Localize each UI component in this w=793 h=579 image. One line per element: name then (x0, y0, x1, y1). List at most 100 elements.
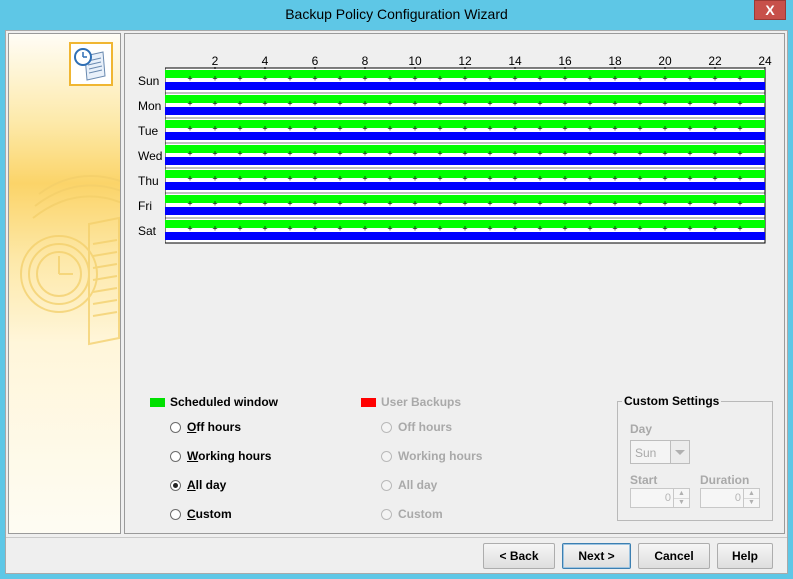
user-working-hours-radio[interactable]: Working hours (381, 448, 482, 464)
hour-tick-mark: + (362, 74, 367, 84)
start-spinner[interactable]: 0 ▲ ▼ (630, 488, 690, 508)
hour-tick-mark: + (337, 174, 342, 184)
hour-tick-mark: + (312, 74, 317, 84)
user-all-day-radio[interactable]: All day (381, 477, 437, 493)
radio-label: Working hours (398, 449, 483, 463)
hour-tick-mark: + (687, 199, 692, 209)
hour-tick-mark: + (262, 174, 267, 184)
hour-tick-mark: + (412, 174, 417, 184)
help-button[interactable]: Help (717, 543, 773, 569)
hour-tick-mark: + (737, 74, 742, 84)
hour-tick-mark: + (512, 99, 517, 109)
start-label: Start (630, 473, 658, 487)
spinner-down-icon[interactable]: ▼ (674, 498, 689, 507)
hour-tick-mark: + (662, 199, 667, 209)
hour-tick-mark: + (387, 74, 392, 84)
clock-watermark-icon (20, 175, 120, 346)
duration-value: 0 (734, 492, 741, 504)
hour-tick-mark: + (462, 224, 467, 234)
hour-label: 4 (262, 56, 269, 68)
scheduled-off-hours-radio[interactable]: Off hours (170, 419, 241, 435)
hour-tick-mark: + (537, 149, 542, 159)
hour-tick-mark: + (487, 99, 492, 109)
hour-tick-mark: + (712, 99, 717, 109)
hour-tick-mark: + (637, 74, 642, 84)
hour-tick-mark: + (187, 224, 192, 234)
radio-circle (381, 450, 392, 462)
hour-tick-mark: + (737, 149, 742, 159)
custom-settings-title: Custom Settings (622, 394, 722, 408)
hour-tick-mark: + (187, 174, 192, 184)
hour-tick-mark: + (287, 149, 292, 159)
hour-tick-mark: + (687, 149, 692, 159)
hour-tick-mark: + (462, 99, 467, 109)
hour-tick-mark: + (387, 124, 392, 134)
chevron-down-icon[interactable] (670, 441, 689, 463)
hour-tick-mark: + (437, 74, 442, 84)
hour-tick-mark: + (712, 74, 717, 84)
hour-tick-mark: + (412, 124, 417, 134)
hour-tick-mark: + (687, 124, 692, 134)
hour-tick-mark: + (337, 74, 342, 84)
next-button[interactable]: Next > (562, 543, 631, 569)
day-label-mon: Mon (138, 99, 162, 113)
scheduled-custom-radio[interactable]: Custom (170, 506, 232, 522)
hour-tick-mark: + (612, 124, 617, 134)
start-value: 0 (664, 492, 671, 504)
hour-label: 24 (758, 56, 772, 68)
close-button[interactable]: X (754, 0, 786, 20)
user-custom-radio[interactable]: Custom (381, 506, 443, 522)
spinner-buttons: ▲ ▼ (743, 489, 759, 507)
hour-tick-mark: + (537, 199, 542, 209)
hour-tick-mark: + (312, 149, 317, 159)
hour-tick-mark: + (212, 149, 217, 159)
scheduled-window-label: Scheduled window (170, 395, 279, 409)
hour-tick-mark: + (287, 124, 292, 134)
hour-tick-mark: + (262, 124, 267, 134)
hour-tick-mark: + (412, 99, 417, 109)
day-select-value: Sun (635, 446, 657, 460)
hour-tick-mark: + (187, 149, 192, 159)
hour-tick-mark: + (187, 99, 192, 109)
user-off-hours-radio[interactable]: Off hours (381, 419, 452, 435)
hour-tick-mark: + (537, 74, 542, 84)
scheduled-all-day-radio[interactable]: All day (170, 477, 226, 493)
day-select[interactable]: Sun (630, 440, 690, 464)
hour-tick-mark: + (437, 99, 442, 109)
hour-tick-mark: + (212, 174, 217, 184)
schedule-grid[interactable]: + + + + + + + + + + + + + + + + + + + + + + + + + + + + + + + + + + + + + + + +… (165, 56, 785, 271)
hour-tick-mark: + (737, 99, 742, 109)
hour-tick-mark: + (512, 224, 517, 234)
hour-tick-mark: + (212, 224, 217, 234)
hour-tick-mark: + (612, 224, 617, 234)
scheduled-working-hours-radio[interactable]: Working hours (170, 448, 271, 464)
back-button[interactable]: < Back (483, 543, 555, 569)
hour-tick-mark: + (237, 149, 242, 159)
hour-tick-mark: + (587, 124, 592, 134)
cancel-button[interactable]: Cancel (638, 543, 710, 569)
hour-tick-mark: + (612, 74, 617, 84)
hour-tick-mark: + (462, 74, 467, 84)
day-label-thu: Thu (138, 174, 159, 188)
hour-tick-mark: + (437, 124, 442, 134)
day-label-sat: Sat (138, 224, 157, 238)
duration-spinner[interactable]: 0 ▲ ▼ (700, 488, 760, 508)
hour-label: 20 (658, 56, 672, 68)
hour-tick-mark: + (487, 124, 492, 134)
hour-tick-mark: + (737, 124, 742, 134)
hour-tick-mark: + (387, 149, 392, 159)
hour-tick-mark: + (287, 199, 292, 209)
hour-tick-mark: + (212, 199, 217, 209)
radio-label: Off hours (398, 420, 452, 434)
footer-separator (6, 537, 787, 538)
radio-label: Working hours (187, 449, 272, 463)
hour-tick-mark: + (587, 149, 592, 159)
hour-tick-mark: + (662, 124, 667, 134)
hour-tick-mark: + (362, 99, 367, 109)
hour-tick-mark: + (437, 199, 442, 209)
hour-tick-mark: + (512, 149, 517, 159)
day-label-tue: Tue (138, 124, 159, 138)
spinner-down-icon[interactable]: ▼ (744, 498, 759, 507)
hour-tick-mark: + (262, 74, 267, 84)
hour-tick-mark: + (712, 224, 717, 234)
